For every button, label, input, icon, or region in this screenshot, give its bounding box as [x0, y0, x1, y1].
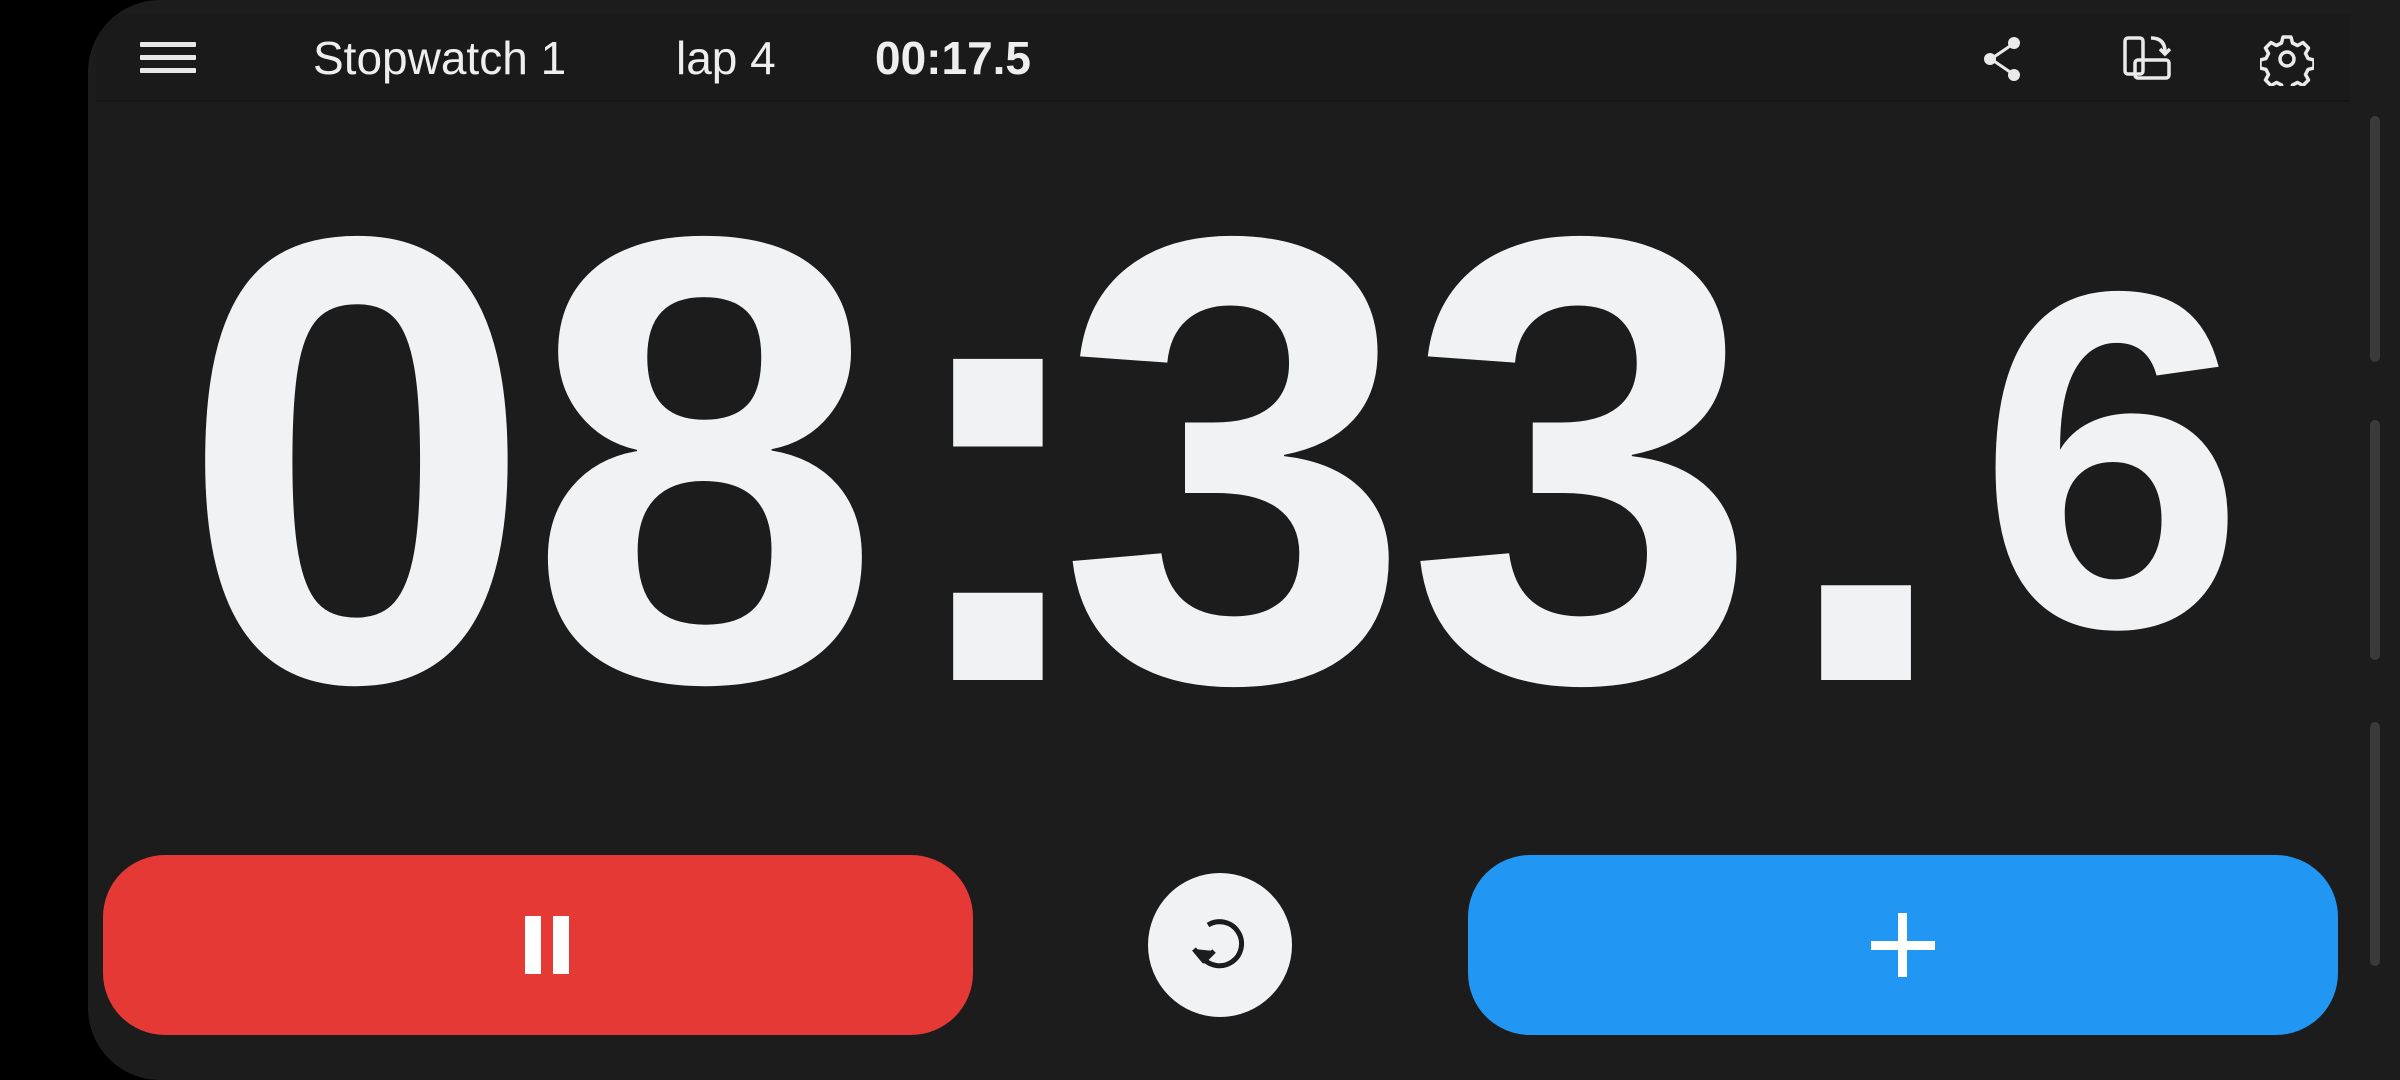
share-icon[interactable]: [1976, 32, 2030, 86]
gear-icon[interactable]: [2258, 32, 2316, 93]
toolbar: Stopwatch 1 lap 4 00:17.5: [96, 14, 2350, 102]
lap-time: 00:17.5: [875, 32, 1032, 84]
tenths-value: 6: [1978, 191, 2245, 728]
minutes-value: 08: [180, 104, 881, 815]
decimal-point: .: [1778, 104, 1955, 815]
menu-icon[interactable]: [140, 36, 196, 78]
stopwatch-name[interactable]: Stopwatch 1: [313, 32, 566, 84]
reset-icon: [1192, 919, 1245, 969]
seconds-value: 33: [1058, 104, 1759, 815]
elapsed-time-display: 08 : 33 . 6: [88, 104, 2400, 815]
stopwatch-screen: Stopwatch 1 lap 4 00:17.5 08: 33 . 6: [88, 0, 2400, 1080]
pause-button[interactable]: [103, 855, 973, 1035]
rotate-screen-icon[interactable]: [2119, 32, 2173, 86]
reset-button[interactable]: [1148, 873, 1292, 1017]
add-lap-button[interactable]: [1468, 855, 2338, 1035]
lap-label: lap 4: [676, 32, 776, 84]
